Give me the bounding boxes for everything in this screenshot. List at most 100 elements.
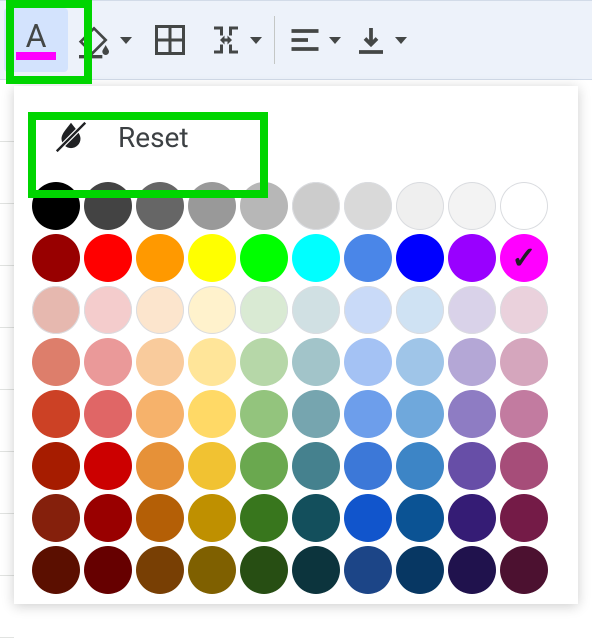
color-swatch[interactable] (32, 442, 80, 490)
color-swatch[interactable] (292, 546, 340, 594)
color-swatch[interactable] (32, 494, 80, 542)
color-swatch[interactable] (344, 390, 392, 438)
color-swatch[interactable] (500, 442, 548, 490)
reset-label: Reset (118, 121, 189, 154)
color-swatch[interactable] (292, 494, 340, 542)
color-swatch[interactable] (500, 546, 548, 594)
chevron-down-icon (250, 37, 262, 44)
color-swatch[interactable] (292, 442, 340, 490)
color-swatch[interactable] (240, 182, 288, 230)
color-swatch[interactable] (32, 182, 80, 230)
color-swatch[interactable] (344, 286, 392, 334)
color-swatch[interactable] (240, 234, 288, 282)
color-swatch[interactable] (188, 442, 236, 490)
color-swatch[interactable] (188, 234, 236, 282)
color-swatch[interactable] (500, 286, 548, 334)
color-swatch[interactable] (344, 494, 392, 542)
color-swatch[interactable] (396, 442, 444, 490)
color-swatch[interactable] (32, 234, 80, 282)
color-swatch[interactable] (84, 182, 132, 230)
color-swatch[interactable] (136, 494, 184, 542)
vertical-align-button[interactable] (347, 8, 413, 72)
color-swatch[interactable] (292, 286, 340, 334)
color-swatch[interactable] (240, 494, 288, 542)
color-swatch[interactable] (136, 546, 184, 594)
color-swatch[interactable]: ✓ (500, 234, 548, 282)
no-color-icon (52, 118, 90, 156)
color-swatch[interactable] (344, 546, 392, 594)
color-swatch[interactable] (292, 390, 340, 438)
color-swatch[interactable] (396, 338, 444, 386)
color-swatch[interactable] (84, 390, 132, 438)
borders-icon (152, 22, 188, 58)
color-swatch[interactable] (84, 494, 132, 542)
color-swatch[interactable] (448, 546, 496, 594)
color-swatch[interactable] (188, 390, 236, 438)
color-swatch[interactable] (448, 442, 496, 490)
color-swatch[interactable] (32, 338, 80, 386)
color-swatch[interactable] (32, 286, 80, 334)
reset-color-button[interactable]: Reset (32, 104, 560, 170)
text-color-button[interactable]: A (4, 8, 68, 72)
color-swatch[interactable] (500, 182, 548, 230)
color-swatch[interactable] (396, 494, 444, 542)
color-swatch[interactable] (240, 546, 288, 594)
color-swatch[interactable] (32, 546, 80, 594)
color-swatch[interactable] (344, 442, 392, 490)
color-swatch[interactable] (396, 546, 444, 594)
color-swatch[interactable] (344, 338, 392, 386)
color-swatch[interactable] (240, 338, 288, 386)
color-swatch[interactable] (292, 338, 340, 386)
color-swatch[interactable] (188, 182, 236, 230)
color-swatch[interactable] (136, 182, 184, 230)
color-swatch[interactable] (240, 442, 288, 490)
color-swatch[interactable] (448, 338, 496, 386)
color-swatch[interactable] (448, 390, 496, 438)
color-swatch[interactable] (344, 234, 392, 282)
color-swatch[interactable] (500, 494, 548, 542)
chevron-down-icon (329, 37, 341, 44)
color-swatch[interactable] (188, 494, 236, 542)
borders-button[interactable] (138, 8, 202, 72)
color-swatch[interactable] (292, 234, 340, 282)
color-swatch[interactable] (448, 286, 496, 334)
color-swatch[interactable] (84, 286, 132, 334)
color-swatch[interactable] (188, 286, 236, 334)
merge-cells-button[interactable] (202, 8, 268, 72)
align-left-icon (287, 22, 323, 58)
fill-color-button[interactable] (68, 8, 138, 72)
text-color-popup: Reset ✓ (14, 86, 578, 604)
horizontal-align-button[interactable] (281, 8, 347, 72)
color-swatch[interactable] (188, 338, 236, 386)
color-swatch[interactable] (84, 234, 132, 282)
color-swatch[interactable] (344, 182, 392, 230)
chevron-down-icon (120, 37, 132, 44)
color-swatch[interactable] (448, 182, 496, 230)
color-swatch[interactable] (396, 286, 444, 334)
color-swatch[interactable] (84, 442, 132, 490)
color-swatch[interactable] (396, 182, 444, 230)
color-swatch[interactable] (396, 390, 444, 438)
color-swatch[interactable] (136, 286, 184, 334)
chevron-down-icon (395, 37, 407, 44)
merge-cells-icon (208, 22, 244, 58)
color-swatch[interactable] (500, 390, 548, 438)
color-swatch[interactable] (188, 546, 236, 594)
color-swatch[interactable] (136, 442, 184, 490)
color-swatch[interactable] (84, 338, 132, 386)
color-swatch[interactable] (448, 234, 496, 282)
color-swatch[interactable] (240, 286, 288, 334)
color-swatch[interactable] (292, 182, 340, 230)
toolbar: A (0, 0, 592, 80)
color-swatch[interactable] (84, 546, 132, 594)
color-swatch[interactable] (136, 390, 184, 438)
color-swatch[interactable] (240, 390, 288, 438)
text-color-indicator (16, 52, 56, 60)
color-swatch[interactable] (396, 234, 444, 282)
color-swatch[interactable] (136, 234, 184, 282)
color-swatch[interactable] (136, 338, 184, 386)
color-swatch[interactable] (500, 338, 548, 386)
color-swatch[interactable] (448, 494, 496, 542)
paint-bucket-icon (74, 20, 114, 60)
color-swatch[interactable] (32, 390, 80, 438)
